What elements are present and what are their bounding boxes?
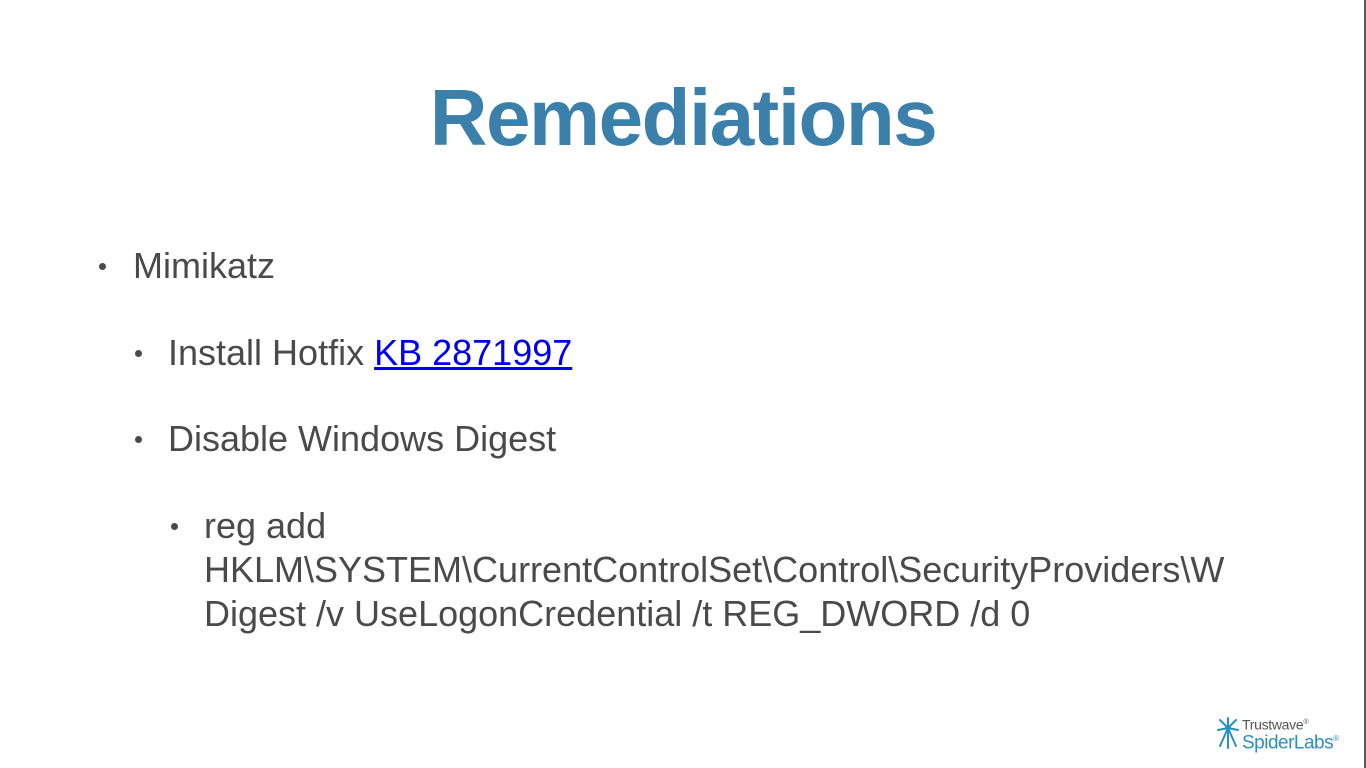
bullet-text: Disable Windows Digest [168,418,557,459]
slide: Remediations Mimikatz Install Hotfix KB … [0,0,1366,768]
bullet-list: Mimikatz Install Hotfix KB 2871997 Disab… [0,0,1366,768]
bullet-reg-command: reg add HKLM\SYSTEM\CurrentControlSet\Co… [171,504,1304,636]
bullet-disable-digest: Disable Windows Digest [135,417,557,461]
bullet-text: Install Hotfix [168,332,375,373]
bullet-dot [135,436,142,443]
reg-command-line-1: reg add [204,505,327,546]
bullet-text: Mimikatz [133,245,275,286]
reg-command-line-3: Digest /v UseLogonCredential /t REG_DWOR… [204,593,1031,634]
logo-spiderlabs-text: SpiderLabs® [1242,732,1339,754]
bullet-dot [171,523,178,530]
bullet-dot [99,263,106,270]
trustwave-spiderlabs-logo: Trustwave® SpiderLabs® [1216,714,1351,754]
bullet-mimikatz: Mimikatz [99,244,275,288]
bullet-install-hotfix: Install Hotfix KB 2871997 [135,331,572,375]
bullet-dot [135,350,142,357]
reg-command-line-2: HKLM\SYSTEM\CurrentControlSet\Control\Se… [204,549,1225,590]
spider-icon [1217,717,1239,749]
hotfix-link[interactable]: KB 2871997 [374,332,572,373]
